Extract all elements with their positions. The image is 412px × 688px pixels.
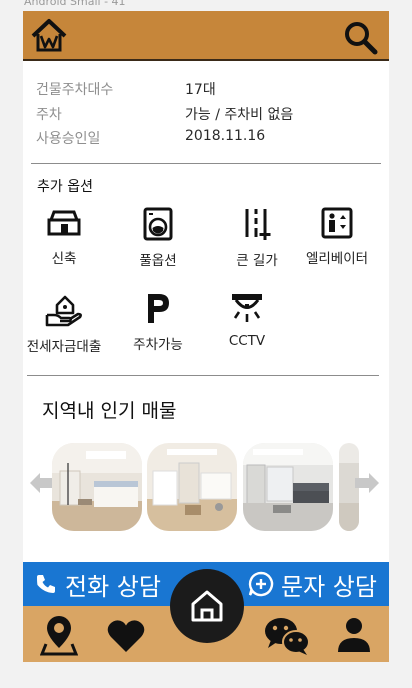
popular-listings-title: 지역내 인기 매물: [42, 400, 177, 422]
phone-consult-label: 전화 상담: [65, 572, 161, 601]
washing-machine-icon: [143, 207, 173, 241]
info-value: 가능 / 주차비 없음: [185, 106, 294, 123]
info-key: 건물주차대수: [36, 82, 114, 98]
options-title: 추가 옵션: [37, 179, 93, 195]
heart-icon[interactable]: [106, 618, 146, 654]
listing-thumbnail[interactable]: [243, 443, 333, 531]
road-icon: [245, 209, 271, 240]
phone-icon: [37, 575, 55, 593]
option-label: 엘리베이터: [305, 251, 369, 267]
info-key: 사용승인일: [36, 131, 101, 147]
bedroom-photo: [52, 443, 142, 531]
chat-icon[interactable]: [263, 616, 311, 656]
top-bar: [23, 11, 389, 61]
new-building-icon: [47, 210, 81, 236]
divider: [31, 163, 381, 164]
info-row: 건물주차대수 17대: [36, 79, 376, 104]
living-room-photo: [243, 443, 333, 531]
home-icon: [191, 590, 223, 622]
map-pin-icon[interactable]: [40, 614, 78, 656]
option-label: 전세자금대출: [26, 339, 102, 355]
message-consult-label: 문자 상담: [281, 572, 377, 601]
info-key: 주차: [36, 106, 62, 123]
divider: [27, 375, 379, 376]
message-consult-button[interactable]: 문자 상담: [247, 562, 377, 606]
parking-icon: [148, 294, 169, 323]
user-icon[interactable]: [335, 616, 373, 654]
info-row: 주차 가능 / 주차비 없음: [36, 104, 376, 129]
studio-photo: [147, 443, 237, 531]
home-button[interactable]: [170, 569, 244, 643]
option-jeonse-loan: 전세자금대출: [23, 291, 109, 355]
phone-consult-button[interactable]: 전화 상담: [35, 562, 161, 606]
listing-thumbnail[interactable]: [52, 443, 142, 531]
option-full-option: 풀옵션: [113, 207, 203, 269]
building-info: 건물주차대수 17대 주차 가능 / 주차비 없음 사용승인일 2018.11.…: [36, 79, 376, 153]
search-icon[interactable]: [343, 20, 379, 56]
option-label: 풀옵션: [139, 253, 177, 269]
option-elevator: 엘리베이터: [292, 207, 382, 267]
arrow-right-icon[interactable]: [353, 471, 381, 495]
option-label: 신축: [51, 251, 77, 267]
option-big-road: 큰 길가: [212, 207, 302, 269]
cctv-icon: [232, 294, 262, 322]
option-new-building: 신축: [23, 207, 109, 267]
info-value: 17대: [185, 82, 216, 98]
option-label: CCTV: [228, 333, 266, 349]
option-label: 큰 길가: [236, 253, 278, 269]
app-screen: 건물주차대수 17대 주차 가능 / 주차비 없음 사용승인일 2018.11.…: [23, 11, 389, 662]
chat-plus-icon: [248, 571, 274, 597]
option-cctv: CCTV: [202, 291, 292, 349]
elevator-icon: [321, 207, 353, 239]
option-label: 주차가능: [133, 337, 183, 353]
listing-thumbnail[interactable]: [147, 443, 237, 531]
house-w-logo-icon[interactable]: [29, 16, 69, 56]
hand-house-icon: [45, 295, 82, 327]
frame-label: Android Small - 41: [24, 0, 126, 8]
option-parking: 주차가능: [113, 291, 203, 353]
info-row: 사용승인일 2018.11.16: [36, 128, 376, 153]
info-value: 2018.11.16: [185, 128, 266, 144]
